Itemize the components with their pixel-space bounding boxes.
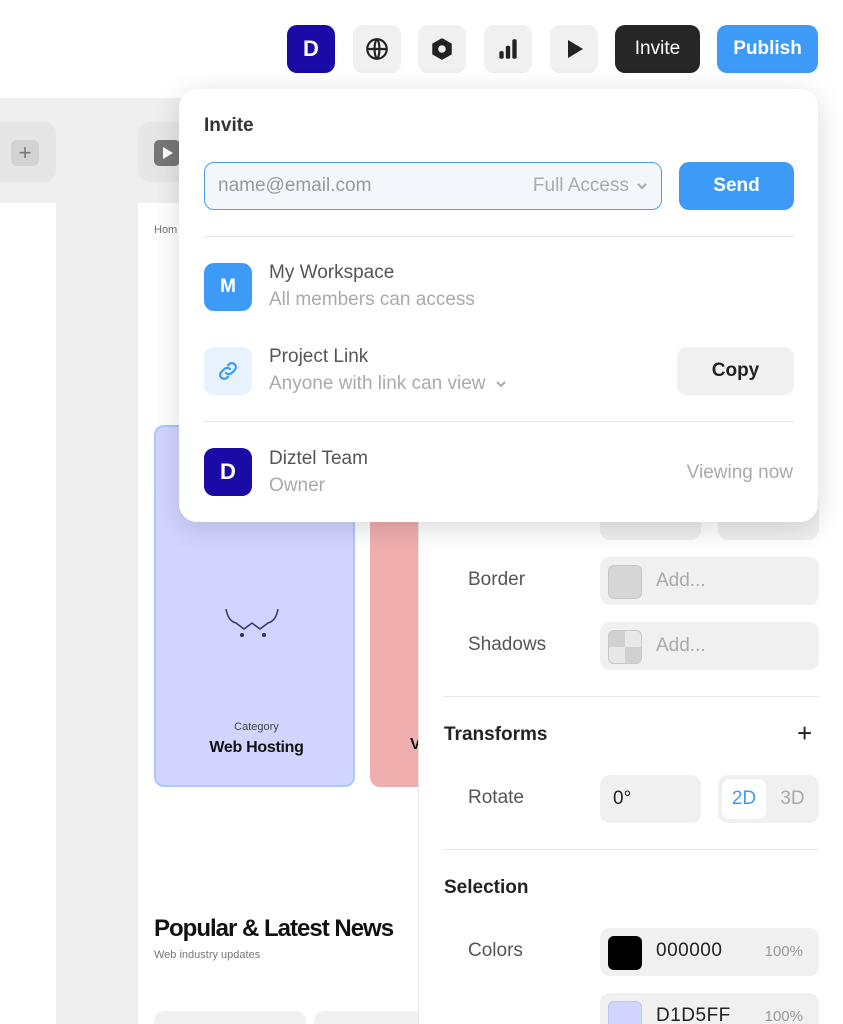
- link-icon: [219, 362, 237, 380]
- left-frame: [0, 203, 56, 1024]
- top-toolbar: D Invite Publish: [0, 0, 843, 98]
- divider: [204, 236, 794, 237]
- color-opacity: 100%: [764, 943, 803, 960]
- rotate-input[interactable]: 0°: [600, 775, 701, 823]
- analytics-button[interactable]: [484, 25, 532, 73]
- news-subheading: Web industry updates: [154, 949, 261, 961]
- link-permission-select[interactable]: Anyone with link can view: [269, 373, 508, 395]
- workspace-access-text: All members can access: [269, 289, 475, 310]
- globe-button[interactable]: [353, 25, 401, 73]
- breadcrumb: Hom: [154, 224, 178, 236]
- link-permission-value: Anyone with link can view: [269, 373, 486, 394]
- play-icon: [154, 140, 180, 166]
- copy-link-button[interactable]: Copy: [677, 347, 794, 395]
- add-frame-tab[interactable]: +: [0, 122, 56, 182]
- transforms-title: Transforms: [444, 724, 548, 745]
- workspace-name: My Workspace: [269, 262, 395, 283]
- border-field[interactable]: Add...: [600, 557, 819, 605]
- viewing-status: Viewing now: [686, 462, 793, 483]
- team-role: Owner: [269, 475, 325, 497]
- user-avatar-button[interactable]: D: [287, 25, 335, 73]
- shadows-label: Shadows: [468, 634, 547, 655]
- divider: [444, 849, 819, 850]
- publish-button[interactable]: Publish: [717, 25, 818, 73]
- border-label: Border: [468, 569, 526, 590]
- colors-label: Colors: [468, 940, 523, 961]
- news-card[interactable]: [154, 1011, 306, 1024]
- chevron-down-icon: [637, 183, 647, 190]
- invite-title: Invite: [204, 115, 254, 136]
- team-initial: D: [220, 459, 236, 484]
- globe-icon: [366, 38, 388, 60]
- workspace-initial: M: [220, 276, 236, 297]
- color-swatch[interactable]: [608, 936, 642, 970]
- border-placeholder: Add...: [656, 570, 706, 591]
- color-hex: D1D5FF: [656, 1005, 731, 1024]
- color-row[interactable]: D1D5FF 100%: [600, 993, 819, 1024]
- shadows-placeholder: Add...: [656, 635, 706, 656]
- color-opacity: 100%: [764, 1008, 803, 1024]
- link-avatar: [204, 347, 252, 395]
- mode-2d-option[interactable]: 2D: [722, 779, 766, 819]
- preview-button[interactable]: [550, 25, 598, 73]
- shadow-swatch: [608, 630, 642, 664]
- mode-3d-option[interactable]: 3D: [770, 779, 815, 819]
- rotate-label: Rotate: [468, 787, 524, 808]
- color-row[interactable]: 000000 100%: [600, 928, 819, 976]
- project-link-name: Project Link: [269, 346, 369, 367]
- invite-button[interactable]: Invite: [615, 25, 700, 73]
- email-placeholder: name@email.com: [218, 175, 372, 196]
- send-button[interactable]: Send: [679, 162, 794, 210]
- avatar-initial: D: [303, 36, 319, 61]
- access-level-value: Full Access: [532, 175, 629, 196]
- team-avatar: D: [204, 448, 252, 496]
- divider: [444, 696, 819, 697]
- email-input[interactable]: name@email.com Full Access: [204, 162, 662, 210]
- plus-icon: +: [11, 140, 39, 166]
- color-hex: 000000: [656, 940, 723, 961]
- workspace-avatar: M: [204, 263, 252, 311]
- workspace-subtitle: All members can access: [269, 289, 475, 311]
- bar-chart-icon: [499, 39, 517, 59]
- access-level-select[interactable]: Full Access: [533, 175, 649, 197]
- play-icon: [568, 40, 583, 58]
- color-swatch[interactable]: [608, 1001, 642, 1024]
- rotate-value: 0°: [613, 788, 632, 809]
- gear-illustration-icon: [225, 609, 279, 637]
- settings-button[interactable]: [418, 25, 466, 73]
- divider: [204, 421, 794, 422]
- selection-title: Selection: [444, 877, 529, 898]
- card-category: Category: [234, 721, 279, 733]
- hexagon-icon: [432, 38, 452, 60]
- news-card[interactable]: [314, 1011, 418, 1024]
- team-name: Diztel Team: [269, 448, 368, 469]
- dimension-toggle[interactable]: 2D 3D: [718, 775, 819, 823]
- team-role-text: Owner: [269, 475, 325, 496]
- news-heading: Popular & Latest News: [154, 915, 394, 942]
- add-transform-icon[interactable]: +: [797, 718, 812, 749]
- card-title: Web Hosting: [209, 739, 304, 756]
- invite-popup: Invite name@email.com Full Access Send M…: [179, 89, 818, 522]
- chevron-down-icon: [495, 381, 506, 388]
- border-swatch: [608, 565, 642, 599]
- shadows-field[interactable]: Add...: [600, 622, 819, 670]
